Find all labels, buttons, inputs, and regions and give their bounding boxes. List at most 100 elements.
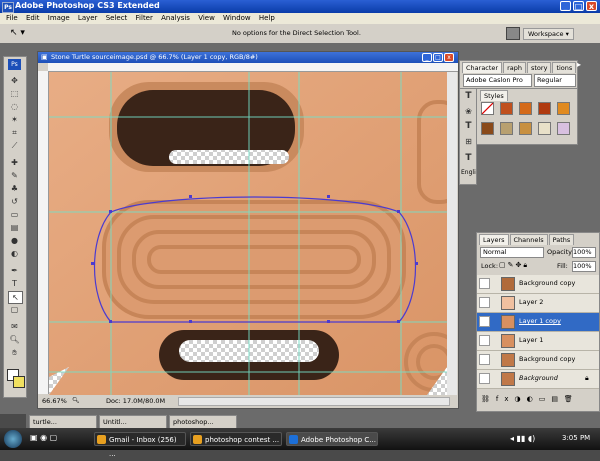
style-swatch[interactable]	[500, 122, 513, 135]
minimized-doc[interactable]: Untitl...	[99, 415, 167, 429]
minimized-doc[interactable]: photoshop...	[169, 415, 237, 429]
eraser-tool-icon[interactable]: ▭	[8, 209, 21, 220]
style-swatch-none[interactable]	[481, 102, 494, 115]
style-swatch[interactable]	[557, 122, 570, 135]
zoom-tool-icon[interactable]: 🔍︎	[8, 334, 21, 345]
menu-view[interactable]: View	[198, 13, 215, 24]
horizontal-ruler[interactable]	[48, 63, 458, 72]
style-swatch[interactable]	[538, 102, 551, 115]
direct-selection-tool-icon[interactable]: ↖	[8, 291, 23, 304]
tab-styles[interactable]: Styles	[480, 90, 508, 101]
horizontal-scrollbar[interactable]	[178, 397, 450, 406]
style-swatch[interactable]	[557, 102, 570, 115]
menu-analysis[interactable]: Analysis	[161, 13, 190, 24]
blend-mode-select[interactable]: Normal	[480, 247, 544, 258]
visibility-toggle[interactable]	[479, 373, 490, 384]
maximize-button[interactable]: □	[573, 1, 584, 11]
type-tool-icon[interactable]: T	[8, 278, 21, 289]
text-size-icon[interactable]: T	[462, 91, 475, 102]
tab-channels[interactable]: Channels	[509, 234, 548, 245]
style-swatch[interactable]	[519, 122, 532, 135]
tracking-icon[interactable]: ⊞	[462, 136, 475, 147]
layer-row[interactable]: Layer 2	[477, 294, 599, 313]
menu-layer[interactable]: Layer	[78, 13, 98, 24]
layer-row[interactable]: Background copy	[477, 351, 599, 370]
kerning-icon[interactable]: ❀	[462, 106, 475, 117]
style-swatch[interactable]	[538, 122, 551, 135]
layer-row[interactable]: Background copy	[477, 275, 599, 294]
doc-close-button[interactable]: x	[444, 53, 454, 62]
tab-actions[interactable]: tions	[552, 62, 577, 73]
visibility-toggle[interactable]	[479, 278, 490, 289]
zoom-icon[interactable]: 🔍︎	[72, 395, 80, 407]
quick-launch-icons[interactable]: ▣ ◉ ▢	[30, 433, 57, 442]
close-button[interactable]: x	[586, 1, 597, 11]
tab-paragraph[interactable]: raph	[503, 62, 526, 73]
eyedropper-tool-icon[interactable]: ⟋	[8, 140, 21, 151]
tab-history[interactable]: story	[527, 62, 552, 73]
layer-actions-bar[interactable]: ⛓fx◑◐▭▤🗑︎	[481, 395, 579, 403]
start-button[interactable]	[4, 430, 22, 448]
clone-stamp-tool-icon[interactable]: ♣	[8, 183, 21, 194]
blur-tool-icon[interactable]: ●	[8, 235, 21, 246]
bridge-icon[interactable]	[506, 27, 520, 40]
tab-paths[interactable]: Paths	[548, 234, 575, 245]
magic-wand-tool-icon[interactable]: ✶	[8, 114, 21, 125]
dodge-tool-icon[interactable]: ◐	[8, 248, 21, 259]
history-brush-tool-icon[interactable]: ↺	[8, 196, 21, 207]
taskbar-item-photoshop[interactable]: Adobe Photoshop C...	[286, 432, 378, 446]
tray-icons[interactable]: ◂ ▮▮ ◖)	[510, 434, 535, 443]
doc-minimize-button[interactable]: _	[422, 53, 432, 62]
crop-tool-icon[interactable]: ⌗	[8, 127, 21, 138]
minimized-doc[interactable]: turtle...	[29, 415, 97, 429]
pen-tool-icon[interactable]: ✒	[8, 265, 21, 276]
style-swatch[interactable]	[500, 102, 513, 115]
zoom-readout[interactable]: 66.67%	[42, 395, 67, 407]
document-title-bar[interactable]: ▣ Stone Turtle sourceimage.psd @ 66.7% (…	[38, 52, 458, 63]
text-color-icon[interactable]: T	[462, 153, 475, 164]
opacity-field[interactable]: 100%	[572, 247, 596, 258]
menu-image[interactable]: Image	[48, 13, 70, 24]
lasso-tool-icon[interactable]: ◌	[8, 101, 21, 112]
move-tool-icon[interactable]: ✥	[8, 75, 21, 86]
vertical-ruler[interactable]	[38, 71, 49, 394]
marquee-tool-icon[interactable]: ⬚	[8, 88, 21, 99]
menu-file[interactable]: File	[6, 13, 18, 24]
layer-row[interactable]: Background 🔒︎	[477, 370, 599, 389]
eye-icon[interactable]: 👁︎	[479, 316, 490, 327]
font-style-select[interactable]: Regular	[534, 74, 576, 87]
layer-row-selected[interactable]: 👁︎ Layer 1 copy	[477, 313, 599, 332]
fill-field[interactable]: 100%	[572, 261, 596, 272]
vertical-scale-icon[interactable]: T	[462, 121, 475, 132]
visibility-toggle[interactable]	[479, 297, 490, 308]
style-swatch[interactable]	[519, 102, 532, 115]
tab-layers[interactable]: Layers	[479, 234, 509, 245]
workspace-button[interactable]: Workspace ▾	[523, 28, 574, 40]
lock-icons[interactable]: ▢✎✥🔒︎	[499, 261, 529, 270]
taskbar-item-browser[interactable]: photoshop contest ...	[190, 432, 282, 446]
taskbar-item-gmail[interactable]: Gmail - Inbox (256) ...	[94, 432, 186, 458]
vertical-scrollbar[interactable]	[447, 72, 457, 395]
hand-tool-icon[interactable]: ✋︎	[8, 347, 21, 358]
visibility-toggle[interactable]	[479, 335, 490, 346]
menu-filter[interactable]: Filter	[136, 13, 153, 24]
menu-select[interactable]: Select	[106, 13, 128, 24]
gradient-tool-icon[interactable]: ▤	[8, 222, 21, 233]
visibility-toggle[interactable]	[479, 354, 490, 365]
brush-tool-icon[interactable]: ✎	[8, 170, 21, 181]
doc-maximize-button[interactable]: □	[433, 53, 443, 62]
tab-character[interactable]: Character	[462, 62, 503, 73]
menu-edit[interactable]: Edit	[26, 13, 40, 24]
notes-tool-icon[interactable]: ✉	[8, 321, 21, 332]
style-swatch[interactable]	[481, 122, 494, 135]
direct-selection-tool-icon[interactable]: ↖ ▾	[10, 28, 25, 38]
minimize-button[interactable]: _	[560, 1, 571, 11]
layer-row[interactable]: Layer 1	[477, 332, 599, 351]
menu-window[interactable]: Window	[223, 13, 251, 24]
panel-menu-icon[interactable]: ▸	[577, 60, 587, 70]
menu-help[interactable]: Help	[259, 13, 275, 24]
healing-brush-tool-icon[interactable]: ✚	[8, 157, 21, 168]
font-family-select[interactable]: Adobe Caslon Pro	[463, 74, 532, 87]
shape-tool-icon[interactable]: ▢	[8, 304, 21, 315]
image-canvas[interactable]	[49, 72, 447, 395]
